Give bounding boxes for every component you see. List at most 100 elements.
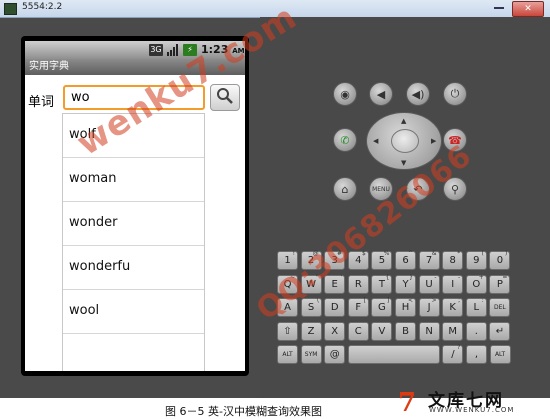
key-d[interactable]: D xyxy=(324,298,346,317)
key-alt[interactable]: ALT xyxy=(489,345,511,364)
key-symbol: ; xyxy=(458,297,461,304)
dpad-right-icon[interactable]: ▶ xyxy=(431,137,436,145)
key-sym[interactable]: SYM xyxy=(300,345,322,364)
key-g[interactable]: G] xyxy=(371,297,393,317)
key-y[interactable]: Y} xyxy=(395,274,416,294)
key-i[interactable]: I- xyxy=(442,274,464,294)
volume-down-icon[interactable]: ◀ xyxy=(369,82,393,106)
key-/[interactable]: /? xyxy=(442,344,464,364)
key-8[interactable]: 8 * xyxy=(442,250,464,270)
key-p[interactable]: P = xyxy=(489,273,511,294)
key-symbol: ( xyxy=(481,250,484,257)
key-v[interactable]: V xyxy=(371,321,393,341)
key-4[interactable]: 4 $ xyxy=(347,250,369,270)
volume-up-icon[interactable]: ◀) xyxy=(406,82,430,106)
search-icon[interactable]: ⚲ xyxy=(443,177,467,201)
dpad-left-icon[interactable]: ◀ xyxy=(373,137,378,145)
key-7[interactable]: 7 & xyxy=(418,250,440,270)
key-l[interactable]: L: xyxy=(465,297,487,317)
home-icon[interactable]: ⌂ xyxy=(333,177,357,201)
dpad-center-button[interactable] xyxy=(391,129,419,153)
key-del[interactable]: DEL xyxy=(489,298,511,317)
key-6[interactable]: 6 ^ xyxy=(395,250,416,270)
key-z[interactable]: Z xyxy=(300,321,322,341)
key-symbol: ? xyxy=(457,344,461,351)
key-symbol: ~ xyxy=(289,273,295,281)
key-symbol: $ xyxy=(361,250,366,257)
key-symbol: = xyxy=(502,273,508,281)
key-r[interactable]: R xyxy=(347,274,369,294)
camera-icon[interactable]: ◉ xyxy=(333,82,357,106)
key-symbol: < xyxy=(407,297,413,304)
key-j[interactable]: J > xyxy=(418,297,440,317)
key-9[interactable]: 9( xyxy=(465,250,487,270)
key-alt[interactable]: ALT xyxy=(277,345,298,364)
suggestion-item[interactable]: wool xyxy=(63,290,204,334)
key-symbol: " xyxy=(315,273,319,281)
status-time: 1:23 AM xyxy=(201,43,245,56)
key-symbol: : xyxy=(481,297,484,304)
key-.[interactable]: . xyxy=(465,321,487,341)
key-u[interactable]: U- xyxy=(418,274,440,294)
key-c[interactable]: C xyxy=(347,321,369,341)
key-n[interactable]: N xyxy=(418,321,440,341)
key-h[interactable]: H < xyxy=(395,297,416,317)
suggestion-item[interactable]: woman xyxy=(63,158,204,202)
site-logo: 7 文库七网 WWW.WENKU7.COM xyxy=(398,384,548,419)
key-q[interactable]: Q ~ xyxy=(277,273,298,294)
emulator-controls-panel xyxy=(260,17,550,398)
key-o[interactable]: O + xyxy=(465,273,487,294)
emulator-window: 5554:2.2 ✕ 3G ⚡ 1:23 AM 实用字典 单词 wolf wom… xyxy=(0,0,550,398)
key-0[interactable]: 0) xyxy=(489,250,511,270)
key-w[interactable]: W " xyxy=(300,273,322,294)
dpad[interactable]: ▲ ▼ ◀ ▶ xyxy=(366,112,442,170)
key-3[interactable]: 3 # xyxy=(324,250,346,270)
close-button[interactable]: ✕ xyxy=(512,1,544,17)
key-symbol: { xyxy=(385,273,390,281)
dpad-down-icon[interactable]: ▼ xyxy=(401,159,406,167)
search-button[interactable] xyxy=(210,84,240,111)
suggestion-item[interactable]: wonder xyxy=(63,202,204,246)
key-symbol: > xyxy=(431,297,437,304)
suggestion-item[interactable]: wolf xyxy=(63,114,204,158)
call-icon[interactable]: ✆ xyxy=(333,128,357,152)
key-x[interactable]: X xyxy=(324,321,346,341)
suggestion-item[interactable]: wonderfu xyxy=(63,246,204,290)
power-icon[interactable]: ⏻ xyxy=(443,82,467,106)
3g-icon: 3G xyxy=(149,44,163,56)
key-b[interactable]: B xyxy=(395,321,416,341)
key-@[interactable]: @ xyxy=(324,345,346,364)
end-call-icon[interactable]: ☎ xyxy=(443,128,467,152)
key-t[interactable]: T{ xyxy=(371,273,393,294)
logo-url: WWW.WENKU7.COM xyxy=(429,406,515,414)
key-symbol: @ xyxy=(312,250,319,257)
key-,[interactable]: , xyxy=(466,345,487,364)
android-status-bar: 3G ⚡ 1:23 AM xyxy=(25,41,245,59)
key-symbol: [ xyxy=(363,297,366,304)
menu-button[interactable]: MENU xyxy=(369,177,393,201)
key-symbol: ' xyxy=(340,273,343,281)
dpad-up-icon[interactable]: ▲ xyxy=(401,117,406,125)
key-1[interactable]: 1! xyxy=(277,250,298,270)
key-symbol: ^ xyxy=(407,250,413,257)
caption-text: 图 6－5 英-汉中模糊查询效果图 xyxy=(165,405,322,418)
key-2[interactable]: 2 @ xyxy=(300,250,322,270)
key-s[interactable]: S \ xyxy=(300,297,322,317)
key-symbol: ] xyxy=(387,297,390,304)
key-symbol: # xyxy=(337,250,343,257)
key-symbol: ) xyxy=(505,250,508,257)
key-m[interactable]: M xyxy=(442,321,464,341)
magnifier-icon xyxy=(217,88,233,104)
key-symbol: + xyxy=(478,273,484,281)
minimize-button[interactable] xyxy=(494,4,504,9)
word-input[interactable] xyxy=(63,85,205,110)
key-a[interactable]: A xyxy=(277,298,298,317)
back-icon[interactable]: ↶ xyxy=(406,177,430,201)
key-f[interactable]: F[ xyxy=(347,297,369,317)
key-space[interactable] xyxy=(347,345,440,364)
key-e[interactable]: E ' xyxy=(324,273,346,294)
key-5[interactable]: 5% xyxy=(371,250,393,270)
key-k[interactable]: K; xyxy=(442,297,464,317)
key-⇧[interactable]: ⇧ xyxy=(277,321,298,341)
key-↵[interactable]: ↵ xyxy=(489,321,511,341)
